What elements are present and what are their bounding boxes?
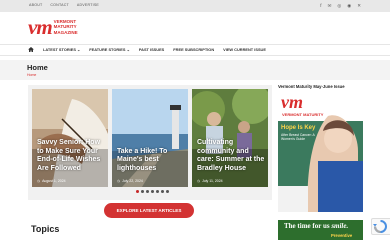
advertise-link[interactable]: ADVERTISE (77, 3, 99, 7)
slider-dot[interactable] (161, 190, 164, 193)
logo-line-3: MAGAZINE (53, 29, 78, 35)
slider-dot[interactable] (136, 190, 139, 193)
topics-heading: Topics (31, 224, 60, 234)
logo-wordmark: VERMONT MATURITY MAGAZINE (54, 19, 78, 35)
slider-dot[interactable] (151, 190, 154, 193)
chevron-down-icon: ⌄ (126, 47, 130, 52)
top-utility-bar: ABOUT CONTACT ADVERTISE f ✉ ◎ ◉ ✕ (0, 0, 390, 12)
page-header: Home Home (0, 60, 390, 80)
logo-mark: vm (28, 15, 53, 39)
clock-icon: ◷ (117, 179, 121, 183)
recaptcha-badge[interactable] (371, 218, 390, 235)
slide-savvy-senior[interactable]: Savvy Senior: How to Make Sure Your End-… (32, 89, 108, 187)
slide-title[interactable]: Savvy Senior: How to Make Sure Your End-… (37, 139, 105, 173)
cover-logo-mark: vm (281, 92, 303, 112)
email-icon[interactable]: ✉ (328, 2, 332, 10)
slide-bradley-house[interactable]: Cultivating community and care: Summer a… (192, 89, 268, 187)
sidebar-issue-title: Vermont Maturity May-June Issue (278, 84, 345, 89)
slider-dot[interactable] (141, 190, 144, 193)
slide-date: ◷ August 1, 2024 (37, 179, 66, 183)
cover-title: VERMONT MATURITY (282, 112, 324, 117)
cover-subheadline: After Breast Cancer: A Women's Guide (281, 133, 315, 141)
instagram-icon[interactable]: ◎ (337, 2, 341, 10)
clock-icon: ◷ (37, 179, 41, 183)
slider-dot[interactable] (156, 190, 159, 193)
explore-latest-articles-button[interactable]: EXPLORE LATEST ARTICLES (104, 203, 194, 218)
about-link[interactable]: ABOUT (29, 3, 42, 7)
chevron-down-icon: ⌄ (77, 47, 81, 52)
ad-headline: The time for us smile. (284, 222, 349, 230)
nav-feature-stories[interactable]: FEATURE STORIES ⌄ (89, 47, 130, 52)
slider-dot[interactable] (146, 190, 149, 193)
clock-icon: ◷ (197, 179, 201, 183)
cover-headline: Hope Is Key (281, 125, 316, 131)
slider-pagination (136, 190, 169, 193)
nav-free-subscription[interactable]: FREE SUBSCRIPTION (173, 47, 214, 52)
page-title: Home (27, 63, 48, 72)
ad-subtext: Preventive (331, 233, 353, 238)
slide-title[interactable]: Cultivating community and care: Summer a… (197, 139, 265, 173)
home-icon[interactable] (28, 47, 34, 52)
main-nav: LATEST STORIES ⌄ FEATURE STORIES ⌄ PAST … (0, 44, 390, 56)
sidebar-ad[interactable]: The time for us smile. Preventive (278, 220, 363, 240)
nav-view-current-issue[interactable]: VIEW CURRENT ISSUE (223, 47, 266, 52)
rss-icon[interactable]: ◉ (347, 2, 351, 10)
site-logo[interactable]: vm VERMONT MATURITY MAGAZINE (28, 15, 78, 39)
nav-latest-stories[interactable]: LATEST STORIES ⌄ (43, 47, 80, 52)
utility-links: ABOUT CONTACT ADVERTISE (29, 3, 99, 7)
nav-past-issues[interactable]: PAST ISSUES (139, 47, 164, 52)
recaptcha-icon (373, 220, 387, 233)
logo-line-2: MATURITY (53, 24, 77, 30)
slider-dot[interactable] (166, 190, 169, 193)
slide-maine-lighthouses[interactable]: Take a Hike! To Maine's best lighthouses… (112, 89, 188, 187)
slide-title[interactable]: Take a Hike! To Maine's best lighthouses (117, 148, 185, 173)
facebook-icon[interactable]: f (320, 2, 321, 10)
social-links: f ✉ ◎ ◉ ✕ (320, 2, 361, 10)
slide-date: ◷ July 22, 2024 (117, 179, 143, 183)
twitter-icon[interactable]: ✕ (357, 2, 361, 10)
contact-link[interactable]: CONTACT (50, 3, 69, 7)
magazine-cover[interactable]: vm VERMONT MATURITY Hope Is Key After Br… (278, 91, 363, 212)
logo-line-1: VERMONT (53, 18, 77, 24)
breadcrumb[interactable]: Home (27, 73, 36, 77)
slide-date: ◷ July 11, 2024 (197, 179, 223, 183)
featured-slider: Savvy Senior: How to Make Sure Your End-… (28, 85, 272, 200)
